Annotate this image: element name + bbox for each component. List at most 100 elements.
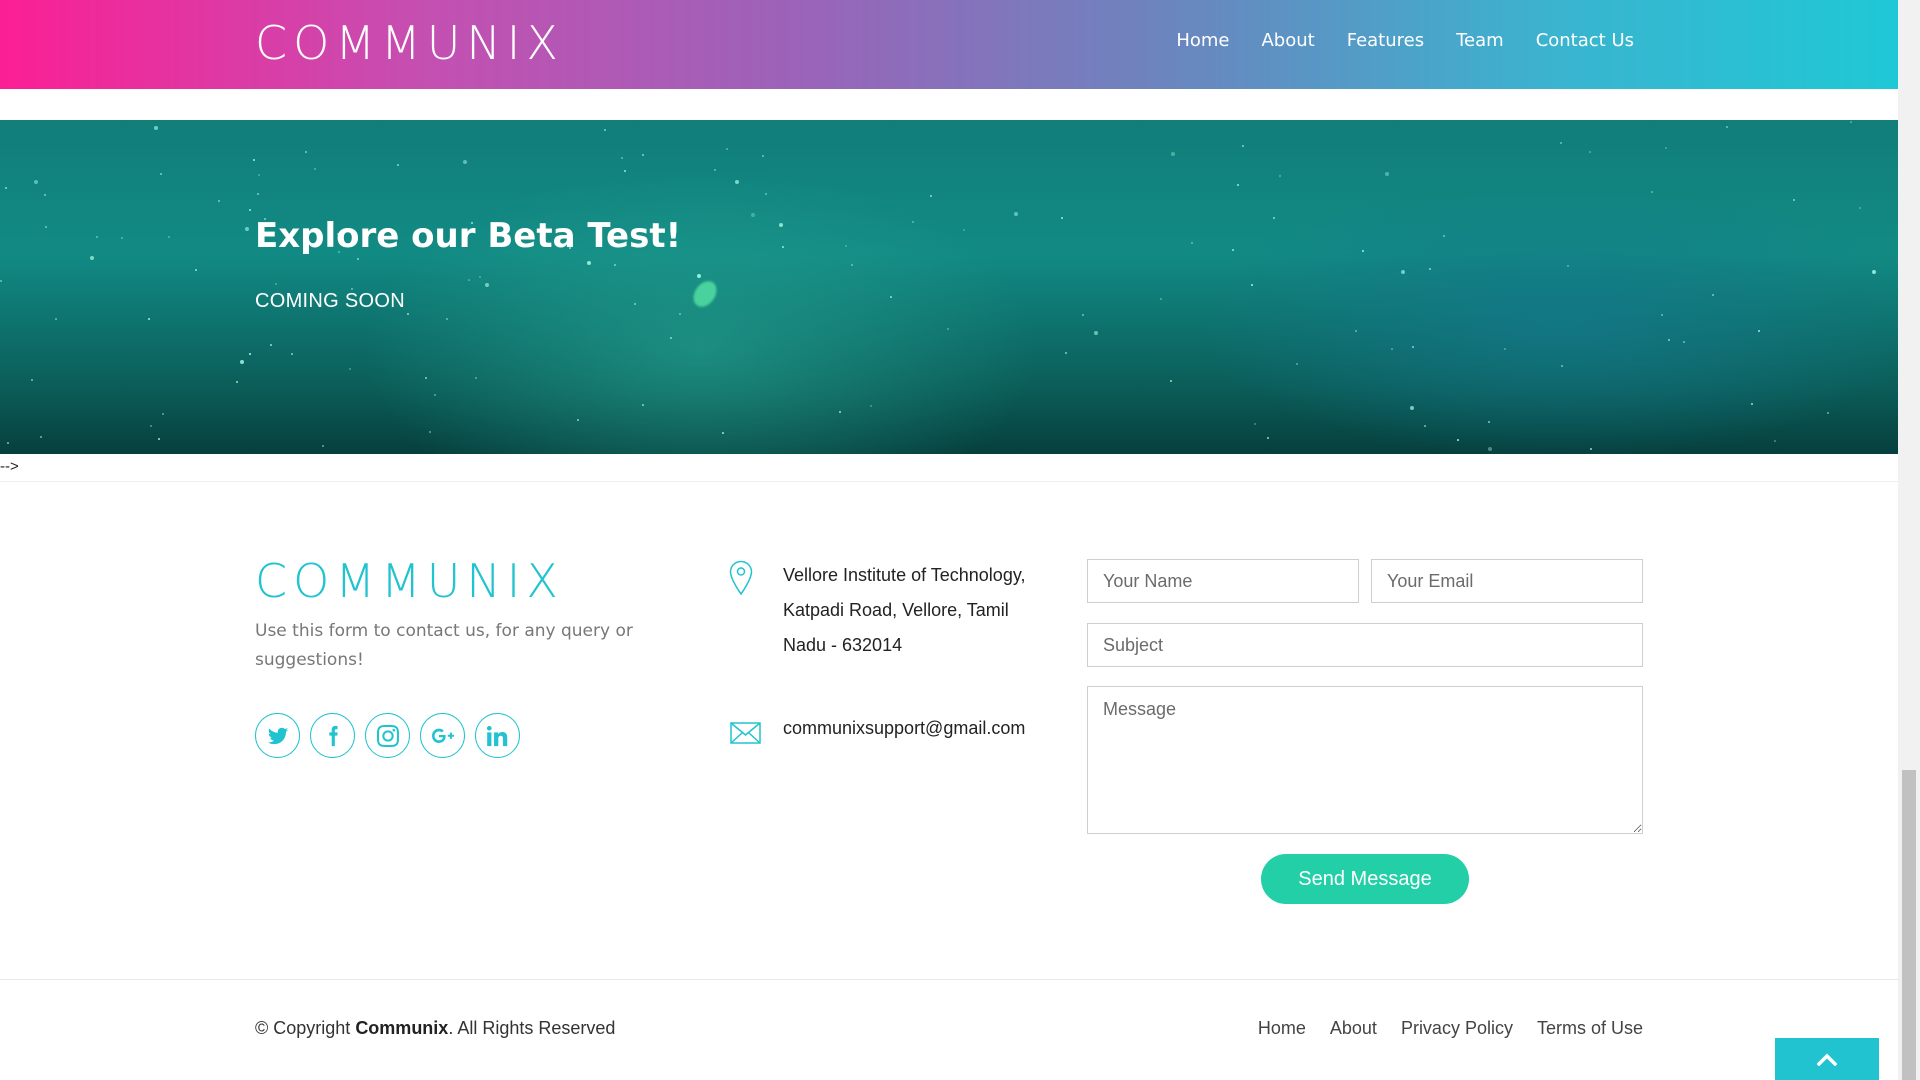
star-dot [150, 425, 152, 427]
star-dot [851, 264, 853, 266]
star-dot [1712, 294, 1714, 296]
site-logo[interactable]: COMMUNIX [255, 16, 564, 70]
star-dot [357, 258, 359, 260]
star-dot [779, 223, 783, 227]
star-dot [722, 432, 724, 434]
star-dot [275, 283, 277, 285]
star-dot [735, 180, 739, 184]
nav-about[interactable]: About [1261, 30, 1314, 51]
star-dot [475, 377, 477, 379]
back-to-top-button[interactable] [1775, 1038, 1879, 1080]
star-dot [96, 236, 98, 238]
email-input[interactable] [1371, 559, 1643, 603]
star-dot [1191, 242, 1193, 244]
star-dot [1827, 412, 1829, 414]
star-dot [765, 193, 767, 195]
star-dot [1793, 199, 1795, 201]
footer-link-terms-of-use[interactable]: Terms of Use [1537, 1018, 1643, 1039]
star-dot [947, 328, 949, 330]
nav-team[interactable]: Team [1456, 30, 1504, 51]
nav-features[interactable]: Features [1347, 30, 1424, 51]
send-message-button[interactable]: Send Message [1261, 854, 1469, 904]
star-dot [1279, 175, 1281, 177]
star-dot [218, 200, 220, 202]
star-dot [245, 227, 249, 231]
star-dot [1385, 172, 1389, 176]
footer-logo: COMMUNIX [255, 554, 564, 608]
contact-address: Vellore Institute of Technology, Katpadi… [783, 565, 1026, 655]
star-dot [1872, 270, 1876, 274]
star-dot [1391, 348, 1393, 350]
star-dot [1850, 121, 1852, 123]
google-plus-link[interactable] [420, 713, 465, 758]
star-dot [291, 353, 293, 355]
star-dot [1567, 265, 1569, 267]
subject-input[interactable] [1087, 623, 1643, 667]
star-dot [253, 159, 255, 161]
star-dot [621, 157, 623, 159]
star-dot [446, 318, 448, 320]
star-dot [1267, 437, 1269, 439]
facebook-link[interactable] [310, 713, 355, 758]
star-dot [1410, 406, 1414, 410]
footer-nav: Home About Privacy Policy Terms of Use [1234, 1018, 1643, 1039]
star-dot [1751, 403, 1753, 405]
star-dot [839, 411, 841, 413]
chevron-up-icon [1817, 1053, 1837, 1066]
star-dot [1560, 142, 1562, 144]
star-dot [34, 180, 38, 184]
site-header: COMMUNIX Home About Features Team Contac… [0, 0, 1898, 89]
star-dot [726, 148, 728, 150]
star-dot [1254, 423, 1256, 425]
star-dot [1504, 348, 1506, 350]
star-dot [930, 195, 932, 197]
contact-email[interactable]: communixsupport@gmail.com [783, 718, 1025, 739]
name-input[interactable] [1087, 559, 1359, 603]
star-dot [1488, 447, 1492, 451]
star-dot [7, 442, 9, 444]
nav-contact-us[interactable]: Contact Us [1536, 30, 1634, 51]
star-dot [314, 168, 316, 170]
footer-divider [0, 979, 1898, 980]
star-dot [1170, 380, 1172, 382]
star-dot [1160, 298, 1162, 300]
star-dot [1412, 346, 1414, 348]
scrollbar-thumb[interactable] [1902, 770, 1916, 1080]
star-dot [434, 394, 436, 396]
star-dot [845, 245, 847, 247]
star-dot [168, 236, 170, 238]
star-dot [714, 169, 716, 171]
star-dot [782, 246, 784, 248]
star-dot [468, 279, 470, 281]
footer-link-privacy-policy[interactable]: Privacy Policy [1401, 1018, 1513, 1039]
copyright-text: © Copyright Communix. All Rights Reserve… [255, 1018, 615, 1039]
star-dot [587, 261, 591, 265]
star-dot [236, 381, 238, 383]
instagram-link[interactable] [365, 713, 410, 758]
social-links [255, 713, 520, 758]
copyright-prefix: © Copyright [255, 1018, 356, 1038]
star-dot [1094, 331, 1098, 335]
footer-link-about[interactable]: About [1330, 1018, 1377, 1039]
star-dot [90, 256, 94, 260]
star-dot [1065, 352, 1067, 354]
star-dot [870, 405, 872, 407]
star-dot [1457, 439, 1459, 441]
banner-title: Explore our Beta Test! [255, 216, 682, 256]
nav-home[interactable]: Home [1176, 30, 1229, 51]
star-dot [240, 360, 244, 364]
star-dot [31, 379, 33, 381]
star-dot [1661, 314, 1663, 316]
twitter-link[interactable] [255, 713, 300, 758]
footer-link-home[interactable]: Home [1258, 1018, 1306, 1039]
star-dot [614, 264, 616, 266]
star-dot [258, 174, 260, 176]
message-textarea[interactable] [1087, 686, 1643, 834]
star-dot [479, 276, 481, 278]
star-dot [697, 274, 701, 278]
star-dot [425, 377, 427, 379]
star-dot [751, 213, 755, 217]
star-dot [249, 353, 251, 355]
star-dot [322, 445, 324, 447]
linkedin-link[interactable] [475, 713, 520, 758]
